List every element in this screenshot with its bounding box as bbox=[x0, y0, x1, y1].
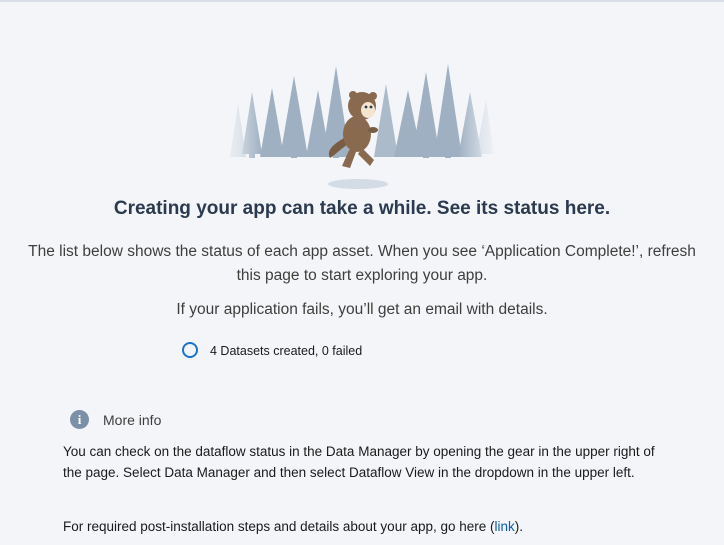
status-description: The list below shows the status of each … bbox=[28, 243, 696, 284]
status-text: 4 Datasets created, 0 failed bbox=[210, 344, 363, 358]
top-border bbox=[0, 0, 724, 2]
loading-illustration bbox=[222, 62, 498, 189]
details-link[interactable]: link bbox=[495, 519, 515, 534]
progress-ring-icon bbox=[182, 342, 198, 358]
status-list-item: 4 Datasets created, 0 failed bbox=[182, 340, 362, 360]
failure-email-note: If your application fails, you’ll get an… bbox=[176, 301, 548, 318]
post-install-prefix: For required post-installation steps and… bbox=[63, 519, 495, 534]
post-install-suffix: ). bbox=[514, 519, 524, 534]
post-install-note: For required post-installation steps and… bbox=[63, 516, 703, 537]
more-info-title: More info bbox=[103, 411, 162, 428]
character-shadow bbox=[328, 179, 388, 189]
more-info-body: You can check on the dataflow status in … bbox=[63, 444, 655, 480]
more-info-header: i More info bbox=[70, 410, 161, 429]
info-icon: i bbox=[70, 410, 89, 429]
page-headline: Creating your app can take a while. See … bbox=[113, 198, 611, 219]
